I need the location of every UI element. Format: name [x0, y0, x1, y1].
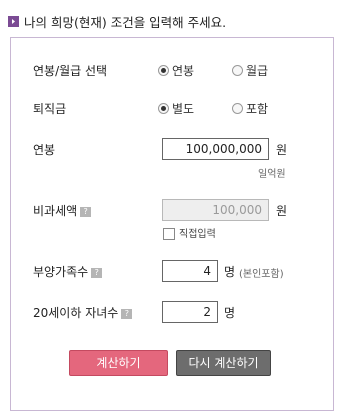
salary-input[interactable]: 100,000,000	[162, 138, 269, 160]
section-header: 나의 희망(현재) 조건을 입력해 주세요.	[8, 10, 338, 32]
radio-button[interactable]	[232, 103, 243, 114]
children-input[interactable]: 2	[162, 301, 218, 323]
radio-separate[interactable]: 별도	[158, 100, 194, 117]
help-icon[interactable]: ?	[80, 206, 92, 217]
nontaxable-input[interactable]: 100,000	[162, 199, 269, 221]
dependents-label: 부양가족수	[33, 265, 89, 279]
radio-button-checked[interactable]	[158, 65, 169, 76]
severance-label: 퇴직금	[33, 102, 67, 116]
radio-button-checked[interactable]	[158, 103, 169, 114]
radio-button[interactable]	[232, 65, 243, 76]
dependents-input[interactable]: 4	[162, 260, 218, 282]
nontaxable-label-wrap: 비과세액?	[33, 202, 92, 219]
direct-input-label: 직접입력	[179, 229, 216, 240]
radio-monthly[interactable]: 월급	[232, 62, 268, 79]
children-label-wrap: 20세이하 자녀수?	[33, 304, 133, 321]
calculate-button[interactable]: 계산하기	[69, 350, 168, 376]
help-icon[interactable]: ?	[91, 267, 103, 278]
condition-form-panel: 연봉/월급 선택 연봉 월급 퇴직금 별도 포함 연봉 100,000,000 …	[10, 37, 334, 411]
radio-annual-label: 연봉	[172, 64, 195, 78]
radio-monthly-label: 월급	[246, 64, 269, 78]
dependents-label-wrap: 부양가족수?	[33, 263, 103, 280]
nontaxable-label: 비과세액	[33, 204, 78, 218]
section-title: 나의 희망(현재) 조건을 입력해 주세요.	[24, 14, 227, 30]
radio-included[interactable]: 포함	[232, 100, 268, 117]
radio-separate-label: 별도	[172, 102, 195, 116]
salary-type-label: 연봉/월급 선택	[33, 64, 108, 78]
dependents-unit: 명	[224, 265, 236, 279]
children-unit: 명	[224, 306, 236, 320]
direct-input-checkbox[interactable]	[163, 228, 175, 240]
nontaxable-unit: 원	[276, 204, 288, 218]
direct-input-option[interactable]: 직접입력	[163, 225, 216, 240]
dependents-note: (본인포함)	[239, 269, 284, 280]
salary-unit: 원	[276, 143, 288, 157]
radio-annual[interactable]: 연봉	[158, 62, 194, 79]
children-label: 20세이하 자녀수	[33, 306, 119, 320]
help-icon[interactable]: ?	[121, 308, 133, 319]
salary-hangul: 일억원	[258, 169, 286, 180]
radio-included-label: 포함	[246, 102, 269, 116]
chevron-right-icon	[8, 15, 19, 27]
reset-button[interactable]: 다시 계산하기	[176, 350, 271, 376]
salary-label: 연봉	[33, 143, 56, 157]
